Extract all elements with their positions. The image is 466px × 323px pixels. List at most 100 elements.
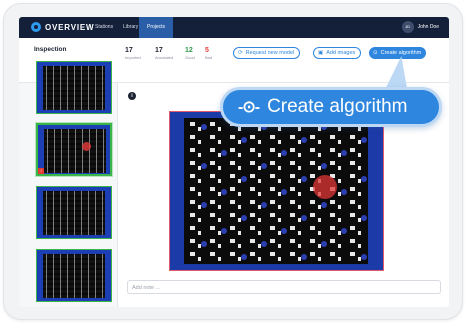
pcb-component bbox=[278, 140, 281, 144]
pcb-pad bbox=[241, 254, 247, 260]
pcb-component bbox=[358, 205, 361, 209]
pcb-component bbox=[190, 148, 195, 152]
pcb-component bbox=[190, 213, 195, 217]
stat-bad-value: 5 bbox=[205, 47, 209, 54]
pcb-component bbox=[258, 257, 261, 261]
thumbnail-image bbox=[43, 191, 105, 235]
image-icon: ▣ bbox=[318, 50, 324, 56]
pcb-component bbox=[338, 140, 341, 144]
pcb-component bbox=[330, 239, 335, 243]
pcb-component bbox=[278, 205, 281, 209]
pcb-component bbox=[218, 218, 221, 222]
pcb-component bbox=[270, 200, 275, 204]
pcb-component bbox=[198, 231, 201, 235]
request-new-model-button[interactable]: ⟳ Request new model bbox=[233, 47, 301, 59]
pcb-component bbox=[230, 226, 235, 230]
stat-good-label: Good bbox=[185, 55, 195, 60]
pcb-component bbox=[278, 218, 281, 222]
pcb-component bbox=[238, 205, 241, 209]
pcb-component bbox=[290, 200, 295, 204]
pcb-component bbox=[250, 252, 255, 256]
logo[interactable]: OVERVIEW bbox=[31, 22, 94, 32]
device-frame: OVERVIEW Stations Library Projects JD Jo… bbox=[3, 3, 463, 320]
inspection-image[interactable] bbox=[169, 111, 384, 271]
user-name: John Doe bbox=[417, 24, 439, 30]
pcb-component bbox=[278, 244, 281, 248]
pcb-component bbox=[250, 161, 255, 165]
pcb-component bbox=[310, 200, 315, 204]
pcb-component bbox=[338, 205, 341, 209]
pcb-component bbox=[250, 135, 255, 139]
pcb-component bbox=[350, 226, 355, 230]
pcb-component bbox=[190, 161, 195, 165]
pcb-component bbox=[290, 174, 295, 178]
pcb-component bbox=[218, 166, 221, 170]
pcb-component bbox=[218, 140, 221, 144]
defect-marker[interactable] bbox=[313, 175, 337, 199]
info-icon[interactable]: i bbox=[128, 92, 136, 100]
pcb-component bbox=[270, 252, 275, 256]
pcb-component bbox=[358, 153, 361, 157]
pcb-component bbox=[318, 140, 321, 144]
pcb-pad bbox=[361, 254, 367, 260]
stat-imported: 17 Imported bbox=[125, 47, 141, 60]
pcb-component bbox=[230, 239, 235, 243]
pcb-component bbox=[190, 200, 195, 204]
top-navigation-bar: OVERVIEW Stations Library Projects JD Jo… bbox=[19, 17, 449, 38]
pcb-pad bbox=[201, 202, 207, 208]
pcb-component bbox=[198, 218, 201, 222]
image-thumbnail-selected[interactable]: ! bbox=[35, 122, 113, 177]
add-images-button[interactable]: ▣ Add images bbox=[313, 47, 362, 59]
pcb-component bbox=[330, 252, 335, 256]
stat-annotated-value: 17 bbox=[155, 47, 163, 54]
pcb-component bbox=[190, 187, 195, 191]
user-menu[interactable]: JD John Doe bbox=[401, 21, 439, 33]
pcb-component bbox=[278, 127, 281, 131]
image-thumbnail[interactable] bbox=[36, 186, 112, 239]
pcb-component bbox=[290, 187, 295, 191]
note-input[interactable]: Add note ... bbox=[127, 280, 441, 294]
pcb-component bbox=[298, 127, 301, 131]
pcb-component bbox=[350, 148, 355, 152]
stat-bad: 5 Bad bbox=[205, 47, 212, 60]
pcb-component bbox=[218, 179, 221, 183]
pcb-component bbox=[210, 200, 215, 204]
pcb-pad bbox=[301, 137, 307, 143]
image-thumbnail[interactable] bbox=[36, 61, 112, 114]
pcb-component bbox=[270, 174, 275, 178]
create-algorithm-callout[interactable]: -⊙- Create algorithm bbox=[220, 87, 442, 127]
pcb-component bbox=[278, 257, 281, 261]
pcb-component bbox=[318, 257, 321, 261]
pcb-component bbox=[258, 218, 261, 222]
pcb-component bbox=[198, 153, 201, 157]
pcb-component bbox=[290, 161, 295, 165]
pcb-component bbox=[270, 187, 275, 191]
pcb-component bbox=[198, 140, 201, 144]
pcb-pad bbox=[341, 228, 347, 234]
pcb-component bbox=[270, 161, 275, 165]
image-list[interactable]: ! bbox=[19, 61, 118, 307]
nav-projects[interactable]: Projects bbox=[139, 17, 174, 38]
request-new-model-label: Request new model bbox=[245, 50, 295, 56]
pcb-pad bbox=[341, 189, 347, 195]
pcb-pad bbox=[221, 228, 227, 234]
pcb-component bbox=[258, 179, 261, 183]
pcb-component bbox=[290, 239, 295, 243]
pcb-component bbox=[270, 148, 275, 152]
stat-good-value: 12 bbox=[185, 47, 193, 54]
stat-annotated-label: Annotated bbox=[155, 55, 174, 60]
image-thumbnail[interactable] bbox=[36, 249, 112, 302]
pcb-pad bbox=[281, 228, 287, 234]
pcb-component bbox=[310, 213, 315, 217]
logo-icon bbox=[31, 22, 41, 32]
pcb-component bbox=[310, 174, 315, 178]
pcb-component bbox=[190, 226, 195, 230]
pcb-component bbox=[210, 226, 215, 230]
pcb-component bbox=[350, 135, 355, 139]
pcb-pad bbox=[301, 176, 307, 182]
pcb-component bbox=[238, 231, 241, 235]
pcb-component bbox=[278, 166, 281, 170]
stat-imported-value: 17 bbox=[125, 47, 133, 54]
pcb-component bbox=[290, 226, 295, 230]
pcb-component bbox=[338, 127, 341, 131]
